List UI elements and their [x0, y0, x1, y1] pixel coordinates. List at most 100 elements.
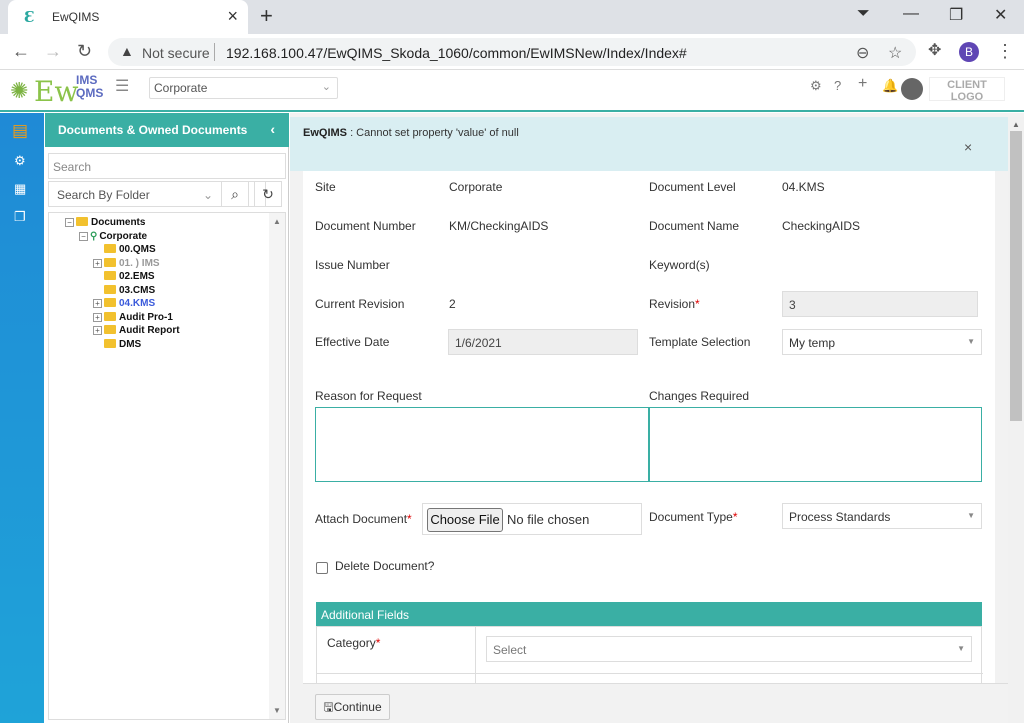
reason-for-request-textarea[interactable]	[315, 407, 649, 482]
site-select-value: Corporate	[154, 81, 208, 95]
tab-close-icon[interactable]: ×	[227, 7, 238, 25]
user-avatar[interactable]	[901, 78, 923, 100]
tree-node-dms[interactable]: DMS	[104, 339, 141, 351]
current-revision-label: Current Revision	[315, 297, 405, 311]
collapse-panel-icon[interactable]: ‹	[270, 121, 275, 137]
category-select[interactable]: Select ▼	[486, 636, 972, 662]
tree-scrollbar[interactable]: ▲ ▼	[269, 213, 285, 719]
browser-menu-icon[interactable]: ⋮	[996, 41, 1014, 61]
attach-document-input[interactable]: Choose File No file chosen	[422, 503, 642, 535]
tree-panel-title: Documents & Owned Documents	[58, 123, 248, 137]
copy-icon[interactable]: ❐	[14, 209, 26, 225]
template-selection-select[interactable]: My temp ▼	[782, 329, 982, 355]
effective-date-field[interactable]: 1/6/2021	[448, 329, 638, 355]
scroll-up-icon[interactable]: ▲	[1012, 120, 1020, 129]
settings-gear-icon[interactable]: ⚙	[810, 78, 822, 94]
tree-node-label: 04.KMS	[119, 298, 156, 309]
document-type-label-text: Document Type	[649, 510, 733, 524]
left-icon-bar: ▤ ⚙ ▦ ❐	[0, 113, 44, 723]
search-icon: ⌕	[231, 186, 239, 202]
delete-document-checkbox[interactable]	[316, 562, 328, 574]
site-select[interactable]: Corporate ⌄	[149, 77, 338, 99]
refresh-icon: ↻	[262, 186, 274, 202]
choose-file-button[interactable]: Choose File	[427, 508, 503, 532]
collapse-node-icon[interactable]: −	[79, 232, 88, 241]
tree-node-label: Corporate	[99, 231, 148, 242]
close-alert-icon[interactable]: ×	[964, 139, 972, 155]
zoom-icon[interactable]: ⊖	[856, 43, 869, 63]
document-number-value: KM/CheckingAIDS	[449, 219, 549, 233]
site-value: Corporate	[449, 180, 503, 194]
folder-icon	[104, 325, 116, 334]
tab-title: EwQIMS	[52, 10, 100, 24]
tree-node-02ems[interactable]: 02.EMS	[104, 271, 155, 283]
tree-refresh-button[interactable]: ↻	[254, 181, 282, 207]
scroll-down-icon[interactable]: ▼	[273, 706, 281, 715]
url-text[interactable]: 192.168.100.47/EwQIMS_Skoda_1060/common/…	[226, 45, 687, 61]
back-icon[interactable]: ←	[12, 41, 30, 61]
revision-field[interactable]: 3	[782, 291, 978, 317]
logo-ims: IMS	[76, 73, 98, 87]
bookmark-star-icon[interactable]: ☆	[888, 43, 902, 63]
tree-node-00qms[interactable]: 00.QMS	[104, 244, 156, 256]
logo-ew: Ew	[34, 75, 79, 108]
expand-node-icon[interactable]: +	[93, 326, 102, 335]
tree-node-01ims[interactable]: +01. ) IMS	[93, 258, 160, 270]
tree-search-button[interactable]: ⌕	[221, 181, 249, 207]
tab-search-icon[interactable]: ⏷	[857, 5, 870, 23]
continue-button[interactable]: 🖫Continue	[315, 694, 390, 720]
main-scrollbar[interactable]: ▲	[1008, 117, 1024, 723]
document-tree-panel: Documents & Owned Documents ‹ Search Sea…	[45, 113, 289, 723]
cogs-icon[interactable]: ⚙	[14, 153, 26, 169]
browser-tab[interactable]: Ɛ EwQIMS ×	[8, 0, 248, 34]
new-tab-icon[interactable]: +	[260, 5, 273, 27]
omnibox-separator	[214, 43, 215, 61]
warning-icon[interactable]: ▲	[120, 43, 134, 59]
current-revision-value: 2	[449, 297, 456, 311]
tree-node-audit-pro-1[interactable]: + Audit Pro-1	[93, 312, 173, 324]
add-icon[interactable]: +	[858, 75, 867, 93]
tree-node-corporate[interactable]: − ⚲ Corporate	[79, 231, 147, 243]
hamburger-menu-icon[interactable]: ☰	[115, 76, 129, 96]
document-type-select[interactable]: Process Standards ▼	[782, 503, 982, 529]
document-level-label: Document Level	[649, 180, 736, 194]
save-icon: 🖫	[323, 700, 334, 714]
url-omnibox[interactable]: ▲ Not secure 192.168.100.47/EwQIMS_Skoda…	[108, 38, 916, 66]
tree-node-03cms[interactable]: 03.CMS	[104, 285, 155, 297]
site-label: Site	[315, 180, 336, 194]
reload-icon[interactable]: ↻	[77, 41, 92, 61]
expand-node-icon[interactable]: +	[93, 299, 102, 308]
minimize-icon[interactable]: —	[903, 5, 919, 23]
expand-node-icon[interactable]: +	[93, 313, 102, 322]
scrollbar-thumb[interactable]	[1010, 131, 1022, 421]
help-icon[interactable]: ?	[834, 78, 841, 93]
required-mark: *	[407, 512, 412, 526]
scroll-up-icon[interactable]: ▲	[273, 217, 281, 226]
tree-search-input[interactable]: Search	[48, 153, 286, 179]
chevron-down-icon: ⌄	[203, 188, 214, 202]
close-window-icon[interactable]: ✕	[994, 5, 1007, 25]
forward-icon[interactable]: →	[44, 41, 62, 61]
collapse-node-icon[interactable]: −	[65, 218, 74, 227]
issue-number-label: Issue Number	[315, 258, 390, 272]
tree-node-label: 01. ) IMS	[119, 258, 160, 269]
building-icon[interactable]: ▦	[14, 181, 26, 197]
dropdown-caret-icon: ▼	[957, 644, 965, 653]
restore-icon[interactable]: ❐	[949, 5, 963, 25]
notification-bell-icon[interactable]: 🔔	[882, 78, 898, 94]
not-secure-label[interactable]: Not secure	[142, 45, 210, 61]
tree-node-documents[interactable]: − Documents	[65, 217, 145, 229]
expand-node-icon[interactable]: +	[93, 259, 102, 268]
profile-avatar[interactable]: B	[959, 42, 979, 62]
tree-node-label: Audit Pro-1	[119, 312, 173, 323]
extensions-icon[interactable]: ✥	[928, 41, 941, 61]
additional-fields-header: Additional Fields	[316, 602, 982, 626]
tree-node-audit-report[interactable]: + Audit Report	[93, 325, 180, 337]
category-label-text: Category	[327, 636, 376, 650]
app-logo[interactable]: ✺ Ew IMS QMS	[10, 72, 103, 108]
continue-button-label: Continue	[333, 700, 382, 714]
changes-required-textarea[interactable]	[649, 407, 982, 482]
documents-icon[interactable]: ▤	[12, 121, 28, 141]
tree-node-04kms[interactable]: +04.KMS	[93, 298, 155, 310]
tree-node-label: Documents	[91, 217, 146, 228]
